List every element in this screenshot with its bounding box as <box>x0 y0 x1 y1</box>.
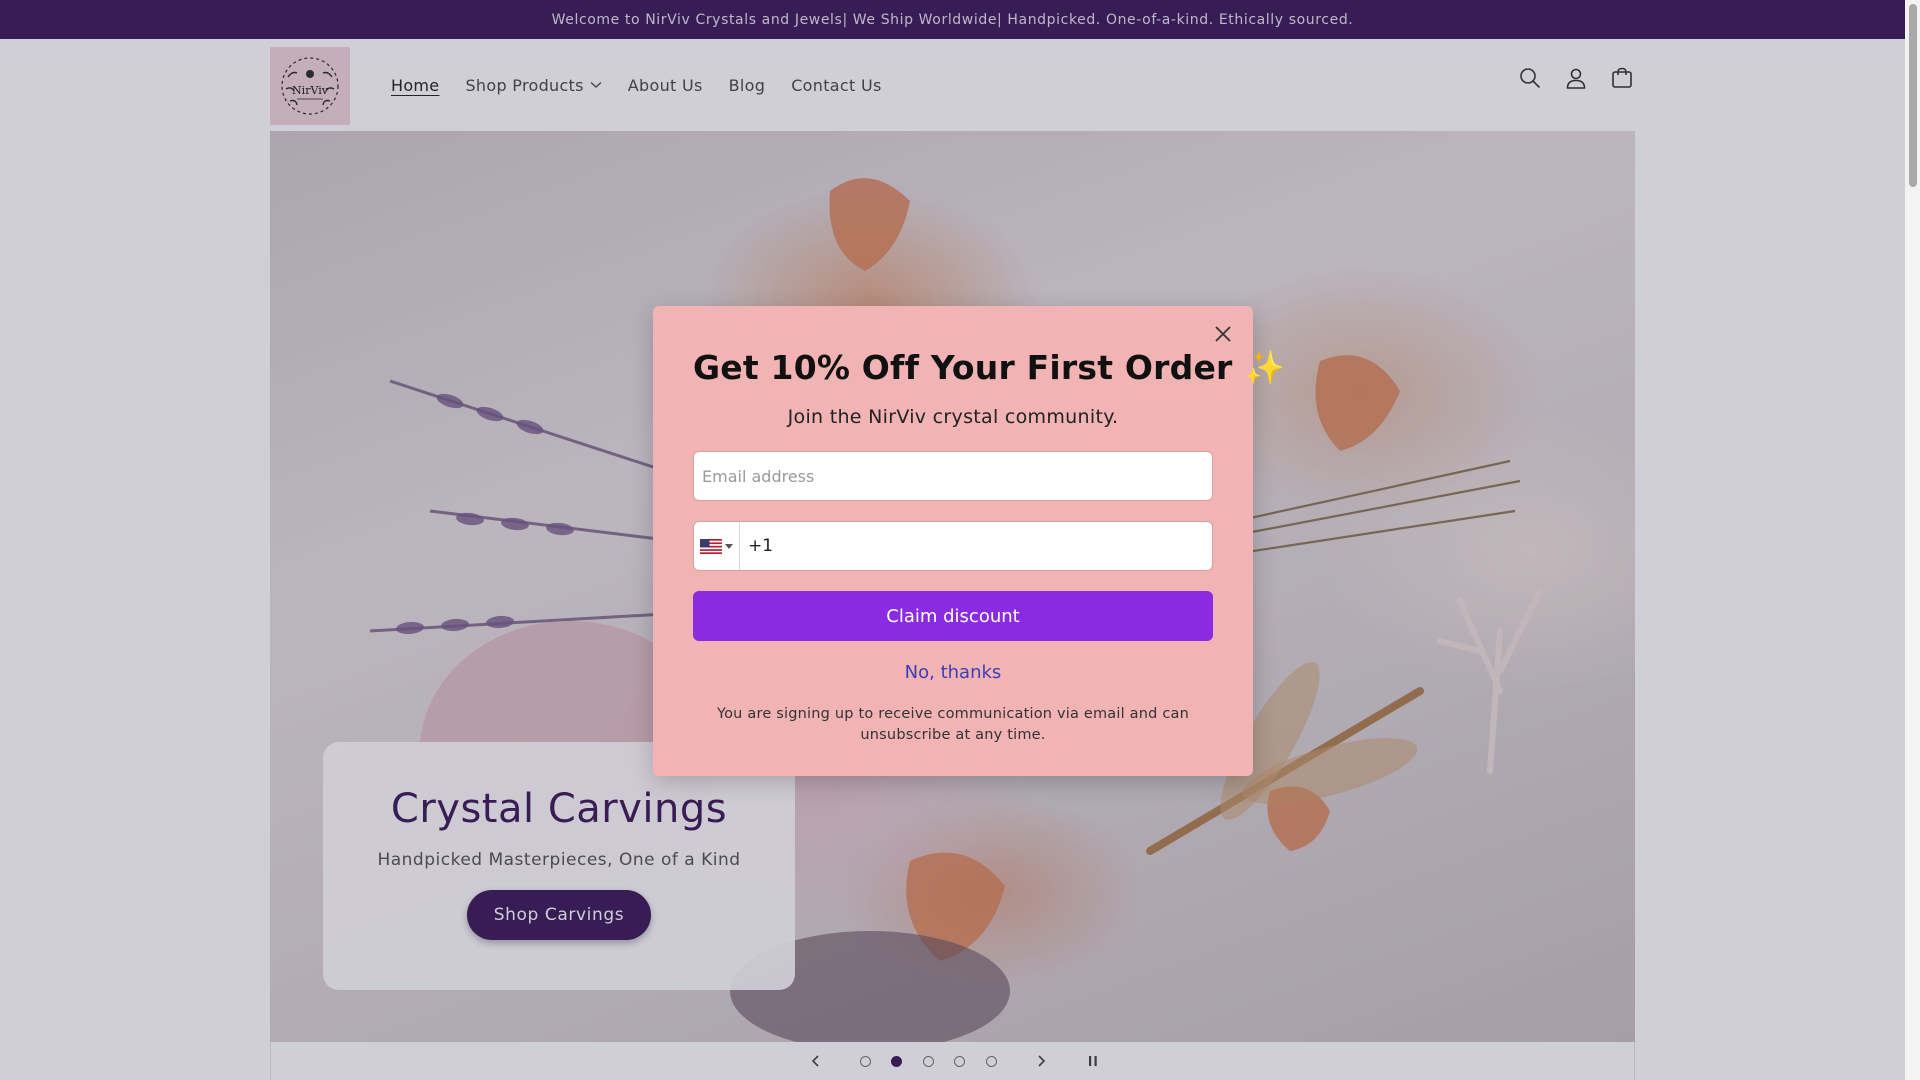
scrollbar-thumb[interactable] <box>1909 4 1917 187</box>
popup-title: Get 10% Off Your First Order ✨ <box>693 348 1286 387</box>
phone-field <box>693 521 1213 571</box>
close-icon <box>1215 326 1231 342</box>
phone-input[interactable] <box>740 522 1212 570</box>
page-scrollbar[interactable] <box>1905 0 1920 1080</box>
discount-popup: Get 10% Off Your First Order ✨ Join the … <box>653 306 1286 776</box>
country-code-select[interactable] <box>694 522 740 570</box>
popup-disclaimer: You are signing up to receive communicat… <box>716 706 1189 743</box>
no-thanks-link[interactable]: No, thanks <box>653 662 1253 683</box>
caret-down-icon <box>725 543 733 549</box>
us-flag-icon <box>700 538 722 554</box>
email-field[interactable] <box>693 451 1213 501</box>
popup-subtitle: Join the NirViv crystal community. <box>787 406 1119 428</box>
claim-discount-button[interactable]: Claim discount <box>693 591 1213 641</box>
close-popup-button[interactable] <box>1209 320 1237 348</box>
